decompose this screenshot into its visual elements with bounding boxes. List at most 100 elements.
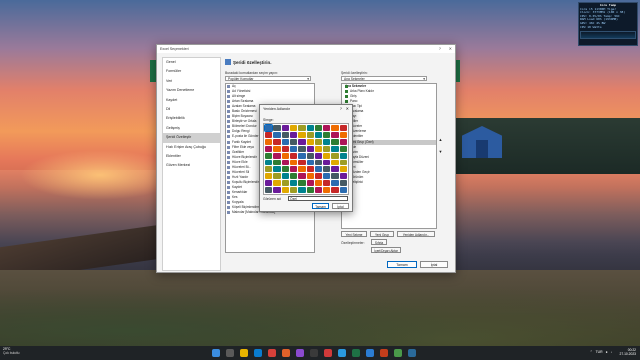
symbol-option[interactable] [306, 173, 314, 180]
symbol-option[interactable] [314, 159, 323, 166]
word-icon[interactable] [366, 349, 374, 357]
symbol-option[interactable] [289, 145, 298, 152]
symbol-option[interactable] [289, 152, 298, 159]
symbol-option[interactable] [289, 187, 298, 193]
symbol-option[interactable] [314, 138, 323, 145]
symbol-option[interactable] [323, 180, 331, 187]
symbol-option[interactable] [306, 138, 314, 145]
commands-source-select[interactable]: Popüler Komutlar [225, 76, 311, 82]
ribbon-tabs-select[interactable]: Ana Sekmeler [341, 76, 427, 82]
symbol-option[interactable] [298, 159, 306, 166]
symbol-option[interactable] [263, 124, 274, 132]
symbol-option[interactable] [331, 125, 339, 131]
app-icon[interactable] [296, 349, 304, 357]
search-icon[interactable] [226, 349, 234, 357]
weather-widget[interactable]: 29°C Çok bulutlu [3, 347, 20, 355]
reset-button[interactable]: Sıfırla [371, 239, 387, 245]
symbol-option[interactable] [273, 145, 281, 152]
symbol-option[interactable] [314, 125, 323, 131]
app-icon[interactable] [394, 349, 402, 357]
help-icon[interactable]: ? [439, 46, 441, 51]
start-icon[interactable] [212, 349, 220, 357]
symbol-option[interactable] [331, 131, 339, 138]
ribbon-tree[interactable]: Ana Sekmeler Arka Planı Kaldır Giriş Pan… [341, 83, 437, 229]
symbol-option[interactable] [314, 180, 323, 187]
symbol-option[interactable] [323, 125, 331, 131]
symbol-option[interactable] [306, 145, 314, 152]
symbol-option[interactable] [273, 131, 281, 138]
edge-icon[interactable] [254, 349, 262, 357]
symbol-option[interactable] [265, 145, 273, 152]
symbol-option[interactable] [306, 187, 314, 193]
app-icon[interactable] [310, 349, 318, 357]
symbol-option[interactable] [331, 152, 339, 159]
symbol-option[interactable] [289, 131, 298, 138]
display-name-input[interactable]: Özel [288, 196, 348, 201]
symbol-option[interactable] [314, 173, 323, 180]
symbol-option[interactable] [281, 187, 289, 193]
symbol-option[interactable] [273, 187, 281, 193]
symbol-option[interactable] [281, 152, 289, 159]
powerpoint-icon[interactable] [380, 349, 388, 357]
symbol-option[interactable] [323, 138, 331, 145]
symbol-option[interactable] [265, 138, 273, 145]
symbol-option[interactable] [298, 166, 306, 173]
app-icon[interactable] [338, 349, 346, 357]
symbol-option[interactable] [298, 138, 306, 145]
symbol-option[interactable] [339, 180, 347, 187]
sidebar-item-guven-merkezi[interactable]: Güven Merkezi [163, 161, 220, 170]
new-group-button[interactable]: Yeni Grup [370, 231, 394, 237]
symbol-option[interactable] [314, 131, 323, 138]
sidebar-item-hizli-erisim[interactable]: Hızlı Erişim Araç Çubuğu [163, 143, 220, 152]
symbol-option[interactable] [281, 145, 289, 152]
import-export-button[interactable]: İçeri/Dışarı Aktar [371, 247, 401, 253]
rename-ok-button[interactable]: Tamam [312, 203, 329, 209]
symbol-option[interactable] [339, 166, 347, 173]
symbol-grid[interactable] [263, 123, 349, 195]
symbol-option[interactable] [298, 173, 306, 180]
rename-button[interactable]: Yeniden Adlandır... [397, 231, 435, 237]
symbol-option[interactable] [265, 173, 273, 180]
sidebar-item-seridi-ozellestir[interactable]: Şeridi Özelleştir [163, 133, 220, 143]
symbol-option[interactable] [273, 152, 281, 159]
sidebar-item-formuller[interactable]: Formüller [163, 67, 220, 76]
new-tab-button[interactable]: Yeni Sekme [341, 231, 367, 237]
symbol-option[interactable] [265, 159, 273, 166]
file-explorer-icon[interactable] [240, 349, 248, 357]
symbol-option[interactable] [339, 145, 347, 152]
symbol-option[interactable] [331, 180, 339, 187]
symbol-option[interactable] [281, 159, 289, 166]
symbol-option[interactable] [314, 152, 323, 159]
symbol-option[interactable] [323, 145, 331, 152]
wifi-icon[interactable]: ● [606, 350, 608, 354]
symbol-option[interactable] [331, 166, 339, 173]
symbol-option[interactable] [323, 187, 331, 193]
symbol-option[interactable] [306, 159, 314, 166]
sidebar-item-eklentiler[interactable]: Eklentiler [163, 152, 220, 161]
symbol-option[interactable] [306, 131, 314, 138]
symbol-option[interactable] [331, 145, 339, 152]
symbol-option[interactable] [273, 125, 281, 131]
symbol-option[interactable] [339, 173, 347, 180]
symbol-option[interactable] [331, 138, 339, 145]
help-icon[interactable]: ? [340, 106, 342, 111]
sidebar-item-veri[interactable]: Veri [163, 77, 220, 86]
symbol-option[interactable] [289, 173, 298, 180]
symbol-option[interactable] [265, 187, 273, 193]
symbol-option[interactable] [339, 152, 347, 159]
move-up-icon[interactable]: ▲ [438, 137, 443, 143]
chevron-up-icon[interactable]: ⌃ [590, 350, 593, 354]
move-down-icon[interactable]: ▼ [438, 149, 443, 155]
symbol-option[interactable] [289, 166, 298, 173]
sidebar-item-genel[interactable]: Genel [163, 58, 220, 67]
symbol-option[interactable] [273, 173, 281, 180]
symbol-option[interactable] [339, 138, 347, 145]
symbol-option[interactable] [281, 125, 289, 131]
symbol-option[interactable] [273, 138, 281, 145]
symbol-option[interactable] [306, 152, 314, 159]
ok-button[interactable]: Tamam [387, 261, 417, 268]
symbol-option[interactable] [306, 125, 314, 131]
excel-icon[interactable] [352, 349, 360, 357]
symbol-option[interactable] [289, 180, 298, 187]
symbol-option[interactable] [323, 152, 331, 159]
